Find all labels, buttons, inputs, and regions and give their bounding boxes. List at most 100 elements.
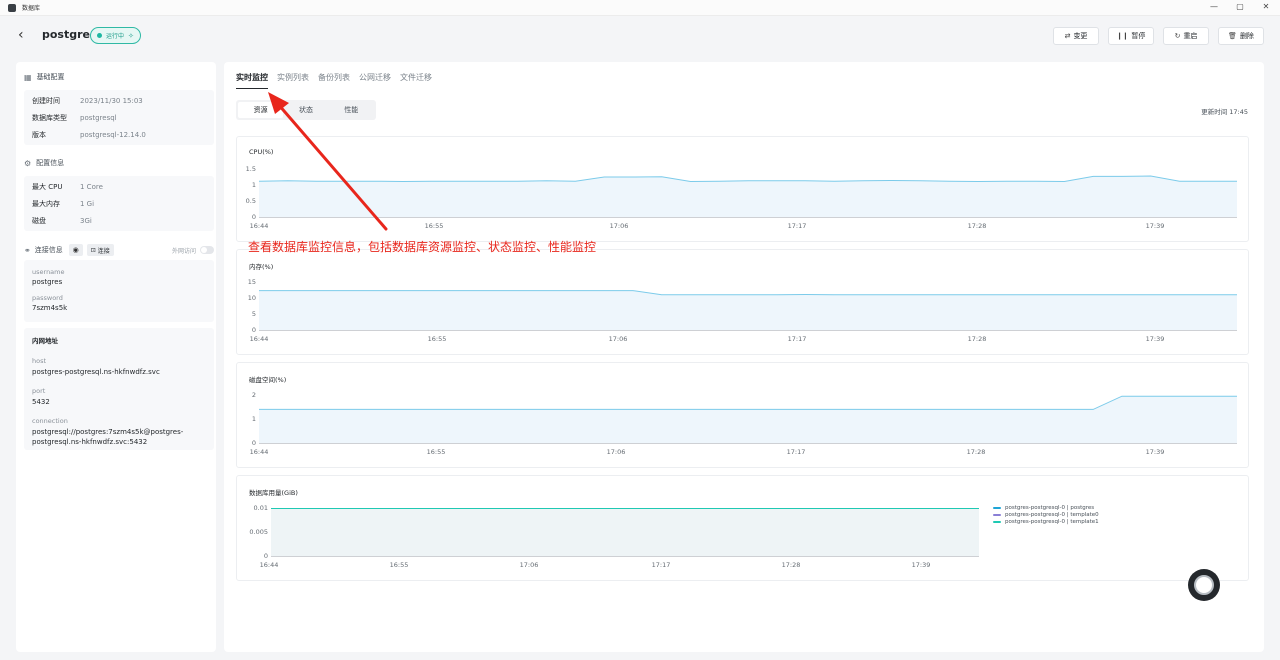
legend-swatch <box>993 506 1001 509</box>
y-tick-label: 0 <box>252 439 256 447</box>
series-area <box>259 290 1237 330</box>
kv-key: 最大内存 <box>32 199 60 208</box>
segment-performance[interactable]: 性能 <box>329 102 374 118</box>
kv-row: 最大内存 1 Gi <box>24 195 214 212</box>
password-value: 7szm4s5k <box>32 304 68 312</box>
y-tick-label: 0 <box>264 552 268 560</box>
y-tick-label: 1 <box>252 415 256 423</box>
trash-icon: 🗑 <box>1228 32 1237 40</box>
connection-string-label: connection <box>32 417 68 425</box>
y-tick-label: 0 <box>252 213 256 221</box>
pause-button-label: 暂停 <box>1131 32 1146 40</box>
x-tick-label: 17:06 <box>520 561 539 569</box>
x-tick-label: 17:17 <box>787 448 806 456</box>
kv-value: postgresql <box>80 113 117 122</box>
username-label: username <box>32 268 65 276</box>
link-icon: ⚭ <box>24 245 31 255</box>
tab-realtime-monitor[interactable]: 实时监控 <box>236 72 268 89</box>
legend-label: postgres-postgresql-0 | postgres <box>1005 504 1095 511</box>
tab-instance-list[interactable]: 实例列表 <box>277 72 309 89</box>
restart-icon: ↻ <box>1174 32 1181 40</box>
x-tick-label: 17:28 <box>967 448 986 456</box>
delete-button-label: 删除 <box>1239 32 1254 40</box>
y-tick-label: 1 <box>252 181 256 189</box>
memory-chart-card: 内存(%) 15 10 5 0 16:44 16:55 17:06 17:17 17:28 17:… <box>236 249 1249 355</box>
legend-swatch <box>993 520 1001 523</box>
external-access-label: 外网访问 <box>171 247 196 255</box>
internal-address-box: 内网地址 host postgres-postgresql.ns-hkfnwdf… <box>24 328 214 450</box>
sparkle-icon: ✧ <box>128 31 134 40</box>
database-icon <box>8 3 16 12</box>
kv-value: postgresql-12.14.0 <box>80 130 146 139</box>
connection-title: 连接信息 <box>34 246 63 254</box>
x-tick-label: 17:28 <box>782 561 801 569</box>
x-tick-label: 17:39 <box>1146 222 1165 230</box>
x-tick-label: 16:55 <box>390 561 409 569</box>
x-tick-label: 16:44 <box>250 335 269 343</box>
tab-backup-list[interactable]: 备份列表 <box>318 72 350 89</box>
legend-label: postgres-postgresql-0 | template0 <box>1005 511 1099 518</box>
y-tick-label: 0 <box>252 326 256 334</box>
x-tick-label: 17:39 <box>1146 448 1165 456</box>
close-icon[interactable]: ✕ <box>1260 2 1272 11</box>
kv-key: 创建时间 <box>32 96 60 105</box>
kv-key: 版本 <box>32 130 46 139</box>
kv-key: 磁盘 <box>32 216 46 225</box>
x-tick-label: 17:39 <box>912 561 931 569</box>
config-info-title: 配置信息 <box>36 159 65 167</box>
info-sidebar: ▦ 基础配置 创建时间 2023/11/30 15:03 数据库类型 postgre… <box>16 62 216 652</box>
basic-config-title: 基础配置 <box>36 73 65 81</box>
change-button[interactable]: ⇄ 变更 <box>1053 27 1099 45</box>
kv-value: 2023/11/30 15:03 <box>80 96 143 105</box>
external-access-toggle[interactable] <box>200 246 214 254</box>
maximize-icon[interactable]: ▢ <box>1234 2 1246 11</box>
username-value: postgres <box>32 278 63 286</box>
connection-heading: ⚭ 连接信息 ◉ ⊡ 连接 外网访问 <box>24 244 214 256</box>
restart-button[interactable]: ↻ 重启 <box>1163 27 1209 45</box>
y-tick-label: 0.5 <box>246 197 256 205</box>
copy-connection-label: 连接 <box>97 247 110 255</box>
chart-legend: postgres-postgresql-0 | postgres postgre… <box>993 504 1099 525</box>
cpu-chart: 1.5 1 0.5 016:44 16:55 17:06 17:17 17:28 17:39 <box>246 165 1237 230</box>
y-tick-label: 5 <box>252 310 256 318</box>
credentials-box: username postgres password 7szm4s5k <box>24 260 214 322</box>
annotation-text: 查看数据库监控信息，包括数据库资源监控、状态监控、性能监控 <box>248 240 597 254</box>
x-tick-label: 16:55 <box>427 448 446 456</box>
x-tick-label: 17:39 <box>1146 335 1165 343</box>
kv-row: 磁盘 3Gi <box>24 212 214 229</box>
floating-assistant-button[interactable] <box>1188 569 1220 601</box>
legend-item[interactable]: postgres-postgresql-0 | template1 <box>993 518 1099 525</box>
pause-button[interactable]: ❙❙ 暂停 <box>1108 27 1154 45</box>
segment-resources[interactable]: 资源 <box>238 102 284 118</box>
series-area <box>259 396 1237 443</box>
window-title: 数据库 <box>22 5 41 12</box>
y-tick-label: 10 <box>248 294 256 302</box>
segment-status[interactable]: 状态 <box>283 102 328 118</box>
series-area <box>271 508 979 556</box>
tab-file-migration[interactable]: 文件迁移 <box>400 72 432 89</box>
status-label: 运行中 <box>106 33 125 40</box>
host-label: host <box>32 357 47 365</box>
tab-public-migration[interactable]: 公网迁移 <box>359 72 391 89</box>
monitor-segment-control: 资源 状态 性能 <box>236 100 376 120</box>
gear-icon: ⚙ <box>24 158 32 168</box>
kv-row: 数据库类型 postgresql <box>24 109 214 126</box>
terminal-icon: ⊡ <box>90 246 96 254</box>
legend-item[interactable]: postgres-postgresql-0 | postgres <box>993 504 1099 511</box>
chevron-left-icon[interactable]: ‹ <box>18 28 32 42</box>
minimize-icon[interactable]: — <box>1208 2 1220 11</box>
port-value: 5432 <box>32 398 50 406</box>
x-tick-label: 16:44 <box>250 222 269 230</box>
config-info-box: 最大 CPU 1 Core 最大内存 1 Gi 磁盘 3Gi <box>24 176 214 231</box>
eye-icon[interactable]: ◉ <box>68 244 83 256</box>
copy-connection-button[interactable]: ⊡ 连接 <box>86 244 114 256</box>
status-dot-icon <box>97 33 102 38</box>
delete-button[interactable]: 🗑 删除 <box>1218 27 1264 45</box>
x-tick-label: 17:17 <box>788 222 807 230</box>
kv-value: 3Gi <box>80 216 92 225</box>
series-line <box>259 395 1237 410</box>
legend-item[interactable]: postgres-postgresql-0 | template0 <box>993 511 1099 518</box>
x-tick-label: 17:17 <box>788 335 807 343</box>
db-usage-chart: 0.01 0.005 016:44 16:55 17:06 17:17 17:28 17:39 <box>249 504 979 569</box>
monitor-panel: 实时监控 实例列表 备份列表 公网迁移 文件迁移 资源 状态 性能 更新时间 1… <box>224 62 1264 652</box>
